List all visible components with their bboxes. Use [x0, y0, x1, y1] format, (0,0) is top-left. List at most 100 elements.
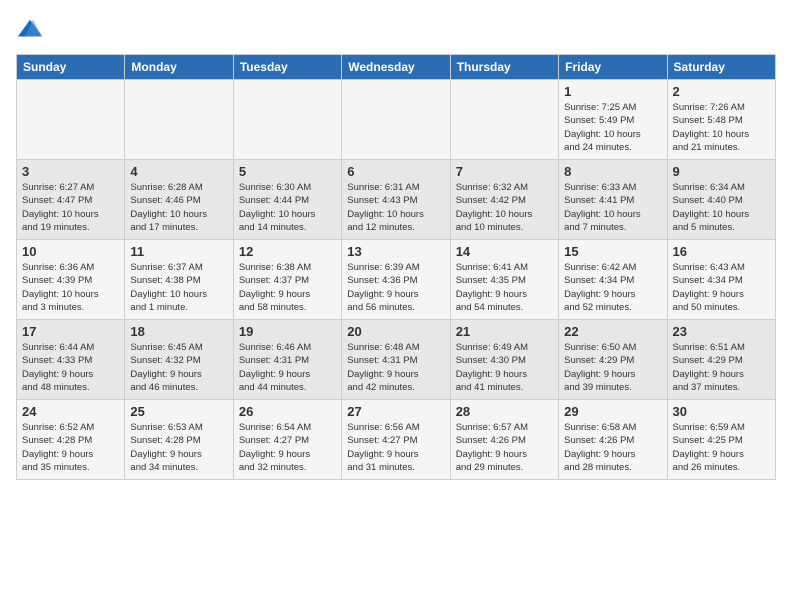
cell-content: Sunrise: 6:50 AM Sunset: 4:29 PM Dayligh…: [564, 341, 661, 394]
calendar-week-row: 17 Sunrise: 6:44 AM Sunset: 4:33 PM Dayli…: [17, 320, 776, 400]
calendar-header-row: SundayMondayTuesdayWednesdayThursdayFrid…: [17, 55, 776, 80]
day-number: 7: [456, 164, 553, 179]
day-number: 29: [564, 404, 661, 419]
calendar-cell: [17, 80, 125, 160]
calendar-cell: 3 Sunrise: 6:27 AM Sunset: 4:47 PM Daylig…: [17, 160, 125, 240]
calendar-cell: 25 Sunrise: 6:53 AM Sunset: 4:28 PM Dayli…: [125, 400, 233, 480]
cell-content: Sunrise: 6:49 AM Sunset: 4:30 PM Dayligh…: [456, 341, 553, 394]
day-number: 17: [22, 324, 119, 339]
calendar-week-row: 24 Sunrise: 6:52 AM Sunset: 4:28 PM Dayli…: [17, 400, 776, 480]
calendar-cell: 12 Sunrise: 6:38 AM Sunset: 4:37 PM Dayli…: [233, 240, 341, 320]
cell-content: Sunrise: 6:43 AM Sunset: 4:34 PM Dayligh…: [673, 261, 770, 314]
day-number: 10: [22, 244, 119, 259]
logo: [16, 16, 48, 44]
cell-content: Sunrise: 6:31 AM Sunset: 4:43 PM Dayligh…: [347, 181, 444, 234]
calendar-cell: 22 Sunrise: 6:50 AM Sunset: 4:29 PM Dayli…: [559, 320, 667, 400]
day-number: 3: [22, 164, 119, 179]
page-header: [16, 16, 776, 44]
calendar-cell: 13 Sunrise: 6:39 AM Sunset: 4:36 PM Dayli…: [342, 240, 450, 320]
day-number: 8: [564, 164, 661, 179]
calendar-cell: 6 Sunrise: 6:31 AM Sunset: 4:43 PM Daylig…: [342, 160, 450, 240]
cell-content: Sunrise: 6:42 AM Sunset: 4:34 PM Dayligh…: [564, 261, 661, 314]
column-header-friday: Friday: [559, 55, 667, 80]
calendar-cell: 26 Sunrise: 6:54 AM Sunset: 4:27 PM Dayli…: [233, 400, 341, 480]
calendar-cell: 21 Sunrise: 6:49 AM Sunset: 4:30 PM Dayli…: [450, 320, 558, 400]
day-number: 22: [564, 324, 661, 339]
day-number: 11: [130, 244, 227, 259]
day-number: 9: [673, 164, 770, 179]
calendar-week-row: 10 Sunrise: 6:36 AM Sunset: 4:39 PM Dayli…: [17, 240, 776, 320]
day-number: 18: [130, 324, 227, 339]
day-number: 4: [130, 164, 227, 179]
day-number: 25: [130, 404, 227, 419]
column-header-tuesday: Tuesday: [233, 55, 341, 80]
day-number: 19: [239, 324, 336, 339]
calendar-cell: 18 Sunrise: 6:45 AM Sunset: 4:32 PM Dayli…: [125, 320, 233, 400]
cell-content: Sunrise: 6:46 AM Sunset: 4:31 PM Dayligh…: [239, 341, 336, 394]
day-number: 6: [347, 164, 444, 179]
day-number: 1: [564, 84, 661, 99]
cell-content: Sunrise: 6:52 AM Sunset: 4:28 PM Dayligh…: [22, 421, 119, 474]
calendar-week-row: 1 Sunrise: 7:25 AM Sunset: 5:49 PM Daylig…: [17, 80, 776, 160]
day-number: 24: [22, 404, 119, 419]
cell-content: Sunrise: 6:37 AM Sunset: 4:38 PM Dayligh…: [130, 261, 227, 314]
calendar-cell: 5 Sunrise: 6:30 AM Sunset: 4:44 PM Daylig…: [233, 160, 341, 240]
calendar-cell: 7Sunrise: 6:32 AM Sunset: 4:42 PM Daylig…: [450, 160, 558, 240]
column-header-sunday: Sunday: [17, 55, 125, 80]
day-number: 12: [239, 244, 336, 259]
cell-content: Sunrise: 6:54 AM Sunset: 4:27 PM Dayligh…: [239, 421, 336, 474]
calendar-cell: [233, 80, 341, 160]
cell-content: Sunrise: 6:30 AM Sunset: 4:44 PM Dayligh…: [239, 181, 336, 234]
calendar-cell: 16 Sunrise: 6:43 AM Sunset: 4:34 PM Dayli…: [667, 240, 775, 320]
cell-content: Sunrise: 6:51 AM Sunset: 4:29 PM Dayligh…: [673, 341, 770, 394]
cell-content: Sunrise: 6:58 AM Sunset: 4:26 PM Dayligh…: [564, 421, 661, 474]
day-number: 27: [347, 404, 444, 419]
day-number: 23: [673, 324, 770, 339]
calendar-cell: 29 Sunrise: 6:58 AM Sunset: 4:26 PM Dayli…: [559, 400, 667, 480]
calendar-cell: 10 Sunrise: 6:36 AM Sunset: 4:39 PM Dayli…: [17, 240, 125, 320]
cell-content: Sunrise: 6:38 AM Sunset: 4:37 PM Dayligh…: [239, 261, 336, 314]
calendar-cell: 4Sunrise: 6:28 AM Sunset: 4:46 PM Daylig…: [125, 160, 233, 240]
cell-content: Sunrise: 6:48 AM Sunset: 4:31 PM Dayligh…: [347, 341, 444, 394]
calendar-cell: 9Sunrise: 6:34 AM Sunset: 4:40 PM Daylig…: [667, 160, 775, 240]
day-number: 30: [673, 404, 770, 419]
calendar-cell: [125, 80, 233, 160]
calendar-cell: 17 Sunrise: 6:44 AM Sunset: 4:33 PM Dayli…: [17, 320, 125, 400]
cell-content: Sunrise: 6:27 AM Sunset: 4:47 PM Dayligh…: [22, 181, 119, 234]
cell-content: Sunrise: 6:33 AM Sunset: 4:41 PM Dayligh…: [564, 181, 661, 234]
calendar-cell: 2Sunrise: 7:26 AM Sunset: 5:48 PM Daylig…: [667, 80, 775, 160]
calendar-cell: 27Sunrise: 6:56 AM Sunset: 4:27 PM Dayli…: [342, 400, 450, 480]
calendar-cell: 19 Sunrise: 6:46 AM Sunset: 4:31 PM Dayli…: [233, 320, 341, 400]
day-number: 15: [564, 244, 661, 259]
day-number: 14: [456, 244, 553, 259]
calendar-cell: 1 Sunrise: 7:25 AM Sunset: 5:49 PM Daylig…: [559, 80, 667, 160]
cell-content: Sunrise: 6:44 AM Sunset: 4:33 PM Dayligh…: [22, 341, 119, 394]
cell-content: Sunrise: 6:59 AM Sunset: 4:25 PM Dayligh…: [673, 421, 770, 474]
calendar-cell: 24 Sunrise: 6:52 AM Sunset: 4:28 PM Dayli…: [17, 400, 125, 480]
cell-content: Sunrise: 6:39 AM Sunset: 4:36 PM Dayligh…: [347, 261, 444, 314]
day-number: 28: [456, 404, 553, 419]
column-header-wednesday: Wednesday: [342, 55, 450, 80]
calendar-cell: 14 Sunrise: 6:41 AM Sunset: 4:35 PM Dayli…: [450, 240, 558, 320]
cell-content: Sunrise: 6:41 AM Sunset: 4:35 PM Dayligh…: [456, 261, 553, 314]
column-header-saturday: Saturday: [667, 55, 775, 80]
cell-content: Sunrise: 6:53 AM Sunset: 4:28 PM Dayligh…: [130, 421, 227, 474]
day-number: 5: [239, 164, 336, 179]
day-number: 26: [239, 404, 336, 419]
day-number: 20: [347, 324, 444, 339]
day-number: 2: [673, 84, 770, 99]
day-number: 13: [347, 244, 444, 259]
calendar-cell: 30 Sunrise: 6:59 AM Sunset: 4:25 PM Dayli…: [667, 400, 775, 480]
cell-content: Sunrise: 6:57 AM Sunset: 4:26 PM Dayligh…: [456, 421, 553, 474]
calendar-table: SundayMondayTuesdayWednesdayThursdayFrid…: [16, 54, 776, 480]
calendar-cell: 11 Sunrise: 6:37 AM Sunset: 4:38 PM Dayli…: [125, 240, 233, 320]
cell-content: Sunrise: 6:36 AM Sunset: 4:39 PM Dayligh…: [22, 261, 119, 314]
day-number: 21: [456, 324, 553, 339]
cell-content: Sunrise: 6:45 AM Sunset: 4:32 PM Dayligh…: [130, 341, 227, 394]
column-header-thursday: Thursday: [450, 55, 558, 80]
column-header-monday: Monday: [125, 55, 233, 80]
calendar-cell: 20 Sunrise: 6:48 AM Sunset: 4:31 PM Dayli…: [342, 320, 450, 400]
cell-content: Sunrise: 7:25 AM Sunset: 5:49 PM Dayligh…: [564, 101, 661, 154]
day-number: 16: [673, 244, 770, 259]
calendar-cell: [342, 80, 450, 160]
